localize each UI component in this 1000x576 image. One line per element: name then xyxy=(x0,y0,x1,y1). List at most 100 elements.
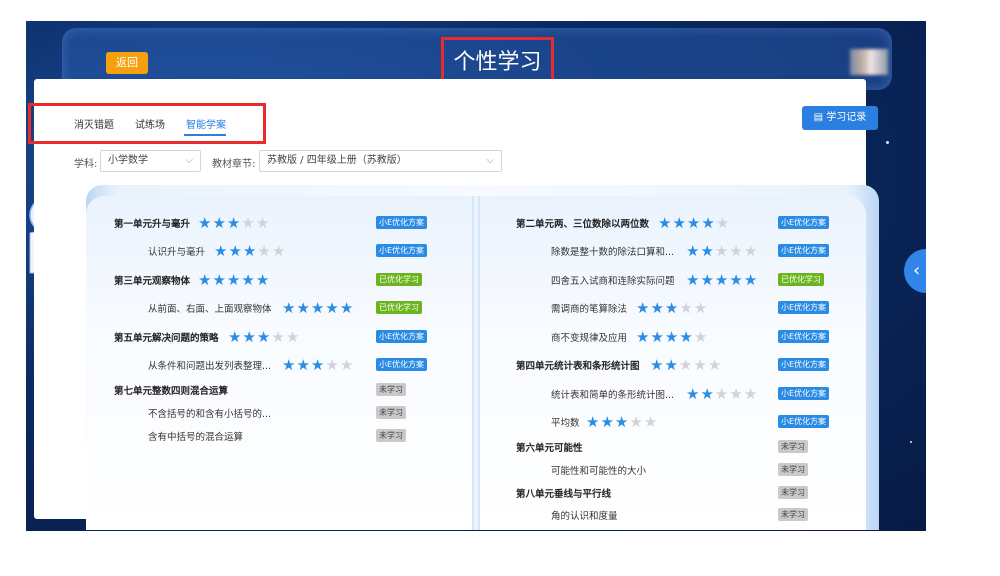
star-rating: ★★★★★ xyxy=(686,270,758,289)
star-icon: ★ xyxy=(743,271,758,289)
unit-row[interactable]: 第四单元统计表和条形统计图 ★★★★★ 小E优化方案 xyxy=(0,355,1000,375)
star-icon: ★ xyxy=(679,328,693,346)
star-icon: ★ xyxy=(686,385,700,403)
unit-row[interactable]: 第六单元可能性 未学习 xyxy=(0,437,1000,457)
star-icon: ★ xyxy=(714,385,729,403)
status-badge[interactable]: 小E优化方案 xyxy=(778,330,830,343)
chevron-down-icon: ⌵ xyxy=(486,155,494,166)
star-icon: ★ xyxy=(715,214,730,232)
star-icon: ★ xyxy=(693,328,708,346)
star-icon: ★ xyxy=(686,214,701,232)
star-icon: ★ xyxy=(664,356,678,374)
tab-practice[interactable]: 试练场 xyxy=(135,116,165,131)
star-rating: ★★★★★ xyxy=(586,412,658,431)
star-rating: ★★★★★ xyxy=(686,241,758,260)
star-icon: ★ xyxy=(650,328,664,346)
chevron-down-icon: ⌵ xyxy=(185,155,193,166)
tab-wrong-questions[interactable]: 消灭错题 xyxy=(74,116,114,131)
star-rating: ★★★★★ xyxy=(636,298,708,317)
star-icon: ★ xyxy=(743,242,758,260)
lesson-row[interactable]: 需调商的笔算除法 ★★★★★ 小E优化方案 xyxy=(0,298,1000,318)
subject-select-value: 小学数学 xyxy=(108,155,148,166)
lesson-row[interactable]: 统计表和简单的条形统计图... ★★★★★ 小E优化方案 xyxy=(0,384,1000,404)
star-icon: ★ xyxy=(643,413,658,431)
study-record-button[interactable]: ▤ 学习记录 xyxy=(802,106,878,130)
subject-label: 学科: xyxy=(74,159,98,170)
star-icon: ★ xyxy=(664,328,679,346)
lesson-row[interactable]: 平均数 ★★★★★ 小E优化方案 xyxy=(0,412,1000,432)
avatar[interactable] xyxy=(850,49,888,75)
bg-star xyxy=(886,141,889,144)
star-icon: ★ xyxy=(686,271,700,289)
star-rating: ★★★★★ xyxy=(658,213,730,232)
status-badge[interactable]: 小E优化方案 xyxy=(778,358,830,371)
star-icon: ★ xyxy=(729,385,743,403)
row-title: 角的认识和度量 xyxy=(551,511,618,522)
status-badge[interactable]: 小E优化方案 xyxy=(778,216,830,229)
document-icon: ▤ xyxy=(813,112,824,123)
status-badge[interactable]: 小E优化方案 xyxy=(778,301,830,314)
status-badge[interactable]: 小E优化方案 xyxy=(778,387,830,400)
status-badge[interactable]: 小E优化方案 xyxy=(778,415,830,428)
chapter-label: 教材章节: xyxy=(212,159,256,170)
row-title: 第八单元垂线与平行线 xyxy=(516,489,612,500)
star-icon: ★ xyxy=(664,299,679,317)
star-rating: ★★★★★ xyxy=(686,384,758,403)
lesson-row[interactable]: 商不变规律及应用 ★★★★★ 小E优化方案 xyxy=(0,327,1000,347)
row-title: 平均数 xyxy=(551,418,580,429)
status-badge[interactable]: 未学习 xyxy=(778,508,808,521)
star-icon: ★ xyxy=(650,299,664,317)
row-title: 商不变规律及应用 xyxy=(551,333,628,344)
star-icon: ★ xyxy=(700,385,714,403)
unit-row[interactable]: 第二单元两、三位数除以两位数 ★★★★★ 小E优化方案 xyxy=(0,213,1000,233)
tab-smart-plan[interactable]: 智能学案 xyxy=(186,116,226,131)
lesson-row[interactable]: 除数是整十数的除法口算和... ★★★★★ 小E优化方案 xyxy=(0,241,1000,261)
star-icon: ★ xyxy=(600,413,614,431)
star-icon: ★ xyxy=(672,214,686,232)
status-badge[interactable]: 未学习 xyxy=(778,486,808,499)
star-icon: ★ xyxy=(693,356,707,374)
status-badge[interactable]: 未学习 xyxy=(778,440,808,453)
star-icon: ★ xyxy=(700,242,714,260)
back-button[interactable]: 返回 xyxy=(106,52,148,74)
star-icon: ★ xyxy=(707,356,722,374)
lesson-row[interactable]: 角的认识和度量 未学习 xyxy=(0,505,1000,525)
star-icon: ★ xyxy=(658,214,672,232)
status-badge[interactable]: 未学习 xyxy=(778,463,808,476)
star-rating: ★★★★★ xyxy=(650,355,722,374)
row-title: 可能性和可能性的大小 xyxy=(551,466,647,477)
star-icon: ★ xyxy=(586,413,600,431)
star-icon: ★ xyxy=(629,413,643,431)
row-title: 第二单元两、三位数除以两位数 xyxy=(516,219,650,230)
chapter-select[interactable]: 苏教版 / 四年级上册（苏教版） ⌵ xyxy=(259,150,502,172)
star-icon: ★ xyxy=(636,328,650,346)
lesson-row[interactable]: 可能性和可能性的大小 未学习 xyxy=(0,460,1000,480)
row-title: 需调商的笔算除法 xyxy=(551,304,628,315)
star-icon: ★ xyxy=(729,242,743,260)
row-title: 四舍五入试商和连除实际问题 xyxy=(551,276,675,287)
star-icon: ★ xyxy=(743,385,758,403)
star-icon: ★ xyxy=(714,271,729,289)
star-icon: ★ xyxy=(678,356,693,374)
star-icon: ★ xyxy=(714,242,729,260)
star-icon: ★ xyxy=(686,242,700,260)
active-tab-indicator xyxy=(184,134,226,136)
row-title: 统计表和简单的条形统计图... xyxy=(551,390,675,401)
row-title: 除数是整十数的除法口算和... xyxy=(551,247,675,258)
star-icon: ★ xyxy=(693,299,708,317)
lesson-row[interactable]: 四舍五入试商和连除实际问题 ★★★★★ 已优化学习 xyxy=(0,270,1000,290)
chapter-select-value: 苏教版 / 四年级上册（苏教版） xyxy=(267,155,407,166)
status-badge[interactable]: 已优化学习 xyxy=(778,273,824,286)
row-title: 第四单元统计表和条形统计图 xyxy=(516,361,640,372)
star-icon: ★ xyxy=(636,299,650,317)
row-title: 第六单元可能性 xyxy=(516,443,583,454)
star-icon: ★ xyxy=(679,299,693,317)
star-icon: ★ xyxy=(701,214,715,232)
status-badge[interactable]: 小E优化方案 xyxy=(778,244,830,257)
star-icon: ★ xyxy=(614,413,629,431)
star-icon: ★ xyxy=(700,271,714,289)
star-icon: ★ xyxy=(650,356,664,374)
unit-row[interactable]: 第八单元垂线与平行线 未学习 xyxy=(0,483,1000,503)
subject-select[interactable]: 小学数学 ⌵ xyxy=(100,150,201,172)
star-rating: ★★★★★ xyxy=(636,327,708,346)
